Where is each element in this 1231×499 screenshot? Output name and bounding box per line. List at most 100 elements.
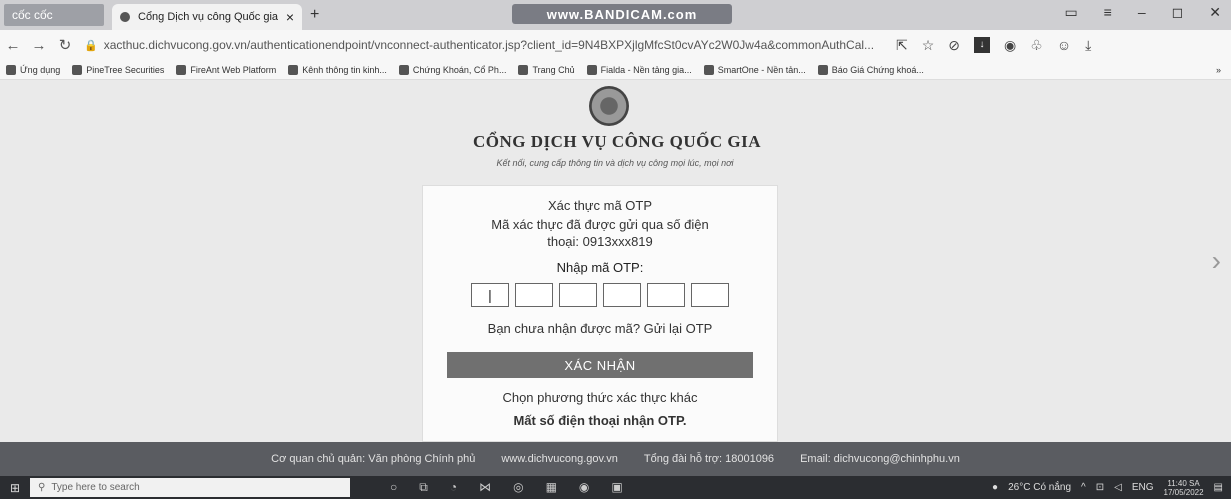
reload-icon[interactable]: ↻ (52, 36, 78, 54)
tab-close-icon[interactable]: × (286, 9, 294, 25)
site-subtitle: Kết nối, cung cấp thông tin và dịch vụ c… (496, 158, 734, 168)
weather-icon: ● (992, 482, 999, 493)
app-icon[interactable]: ▣ (611, 480, 622, 495)
bookmark-favicon-icon (703, 64, 714, 75)
tab-title: Cổng Dịch vụ công Quốc gia (138, 11, 279, 23)
lost-phone-link[interactable]: Mất số điện thoại nhận OTP. (423, 413, 777, 428)
coccoc-icon[interactable]: ◎ (513, 480, 523, 495)
bookmark-favicon-icon (518, 64, 529, 75)
search-placeholder: Type here to search (51, 482, 140, 493)
address-bar[interactable]: 🔒 xacthuc.dichvucong.gov.vn/authenticati… (84, 34, 884, 56)
other-method-link[interactable]: Chọn phương thức xác thực khác (423, 390, 777, 405)
app-icon[interactable]: ◉ (579, 480, 589, 495)
downloads-tray-icon[interactable]: ⤓ (1085, 37, 1091, 54)
recorder-watermark: www.BANDICAM.com (512, 4, 732, 24)
bookmark-star-icon[interactable]: ☆ (922, 37, 935, 54)
otp-digit-input[interactable]: | (471, 283, 509, 307)
bookmark-item[interactable]: Ứng dụng (6, 64, 60, 75)
otp-digit-input[interactable] (647, 283, 685, 307)
menu-icon[interactable]: ≡ (1104, 4, 1112, 21)
clock-time: 11:40 SA (1167, 478, 1200, 488)
download-icon[interactable]: ↓ (974, 36, 991, 53)
language-indicator[interactable]: ENG (1132, 482, 1154, 493)
otp-input-label: Nhập mã OTP: (556, 260, 644, 275)
url-text: xacthuc.dichvucong.gov.vn/authentication… (103, 38, 875, 52)
bookmark-item[interactable]: Báo Giá Chứng khoá... (817, 64, 924, 75)
back-icon[interactable]: ← (0, 37, 26, 54)
apps-icon (6, 64, 16, 75)
edge-icon[interactable]: ◔ (450, 480, 457, 495)
bookmark-favicon-icon (398, 64, 409, 75)
taskbar-apps: ○ ⧉ ◔ ⋈ ◎ ▦ ◉ ▣ (390, 480, 623, 495)
site-favicon-icon (120, 12, 130, 22)
app-icon[interactable]: ▦ (546, 480, 557, 495)
weather-text[interactable]: 26°C Có nắng (1008, 482, 1071, 493)
otp-heading: Xác thực mã OTP (547, 198, 653, 213)
extension-icon[interactable]: ◉ (1004, 37, 1016, 54)
cortana-icon[interactable]: ○ (390, 480, 397, 495)
bookmarks-bar: Ứng dụng PineTree Securities FireAnt Web… (0, 60, 1231, 80)
maximize-icon[interactable]: ◻ (1172, 4, 1184, 21)
title-bar: cốc cốc Cổng Dịch vụ công Quốc gia × + w… (0, 0, 1231, 30)
bookmark-item[interactable]: Trang Chủ (518, 64, 575, 75)
lock-icon: 🔒 (84, 39, 98, 52)
site-title: CỔNG DỊCH VỤ CÔNG QUỐC GIA (472, 132, 761, 151)
confirm-button[interactable]: XÁC NHẬN (447, 352, 753, 378)
reader-icon[interactable]: ▭ (1064, 4, 1077, 21)
task-view-icon[interactable]: ⧉ (419, 480, 428, 495)
otp-digit-input[interactable] (515, 283, 553, 307)
bookmark-item[interactable]: PineTree Securities (72, 64, 164, 75)
search-icon: ⚲ (38, 482, 46, 493)
tab-active[interactable]: Cổng Dịch vụ công Quốc gia × (112, 4, 302, 30)
otp-input-row: | (423, 283, 777, 307)
chevron-right-icon[interactable]: › (1212, 245, 1221, 277)
otp-digit-input[interactable] (603, 283, 641, 307)
bookmark-favicon-icon (176, 64, 187, 75)
shield-icon[interactable]: ⊘ (948, 37, 960, 54)
otp-message: Mã xác thực đã được gửi qua số điện thoạ… (491, 217, 709, 249)
tray-chevron-icon[interactable]: ^ (1081, 482, 1086, 493)
bookmark-favicon-icon (817, 64, 828, 75)
bookmark-item[interactable]: FireAnt Web Platform (176, 64, 276, 75)
bookmark-item[interactable]: SmartOne - Nền tản... (703, 64, 806, 75)
bookmark-favicon-icon (586, 64, 597, 75)
bookmark-item[interactable]: Kênh thông tin kinh... (288, 64, 387, 75)
close-window-icon[interactable]: ✕ (1209, 4, 1221, 21)
otp-card: Xác thực mã OTP Mã xác thực đã được gửi … (422, 185, 778, 442)
clock[interactable]: 11:40 SA 17/05/2022 (1164, 479, 1204, 497)
network-icon[interactable]: ⊡ (1096, 482, 1104, 493)
system-tray: ● 26°C Có nắng ^ ⊡ ◁ ENG 11:40 SA 17/05/… (992, 479, 1231, 497)
footer-hotline: Tổng đài hỗ trợ: 18001096 (643, 453, 775, 465)
clock-date: 17/05/2022 (1163, 487, 1204, 497)
bookmark-item[interactable]: Chứng Khoán, Cổ Ph... (398, 64, 506, 75)
resend-otp-link[interactable]: Bạn chưa nhận được mã? Gửi lại OTP (423, 321, 777, 336)
page-content: CỔNG DỊCH VỤ CÔNG QUỐC GIA Kết nối, cung… (0, 80, 1231, 442)
windows-taskbar: ⊞ ⚲ Type here to search ○ ⧉ ◔ ⋈ ◎ ▦ ◉ ▣ … (0, 476, 1231, 499)
windows-start-icon[interactable]: ⊞ (0, 481, 30, 495)
footer-website[interactable]: www.dichvucong.gov.vn (501, 453, 618, 465)
taskbar-search-input[interactable]: ⚲ Type here to search (30, 478, 350, 497)
otp-digit-input[interactable] (559, 283, 597, 307)
new-tab-button[interactable]: + (310, 6, 319, 24)
minimize-icon[interactable]: – (1138, 4, 1146, 21)
otp-digit-input[interactable] (691, 283, 729, 307)
volume-icon[interactable]: ◁ (1114, 482, 1122, 493)
share-icon[interactable]: ⇱ (896, 37, 908, 54)
site-footer: Cơ quan chủ quản: Văn phòng Chính phủ ww… (0, 442, 1231, 476)
navigation-bar: ← → ↻ 🔒 xacthuc.dichvucong.gov.vn/authen… (0, 30, 1231, 60)
notification-icon[interactable]: ▤ (1214, 482, 1223, 493)
national-emblem-logo (589, 86, 629, 126)
window-controls: ▭ ≡ – ◻ ✕ (1064, 4, 1221, 21)
forward-icon[interactable]: → (26, 37, 52, 54)
bookmark-favicon-icon (72, 64, 83, 75)
toolbar-extensions: ⇱ ☆ ⊘ ↓ ◉ ♧ ☺ ⤓ (896, 36, 1091, 54)
puzzle-icon[interactable]: ♧ (1030, 37, 1043, 54)
browser-app-button[interactable]: cốc cốc (4, 4, 104, 26)
vscode-icon[interactable]: ⋈ (479, 480, 491, 495)
bookmark-favicon-icon (288, 64, 299, 75)
profile-icon[interactable]: ☺ (1057, 37, 1071, 54)
more-bookmarks-icon[interactable]: » (1216, 65, 1231, 75)
bookmark-item[interactable]: Fialda - Nền tảng gia... (586, 64, 692, 75)
footer-email[interactable]: Email: dichvucong@chinhphu.vn (800, 453, 960, 465)
footer-agency: Cơ quan chủ quản: Văn phòng Chính phủ (271, 453, 476, 465)
